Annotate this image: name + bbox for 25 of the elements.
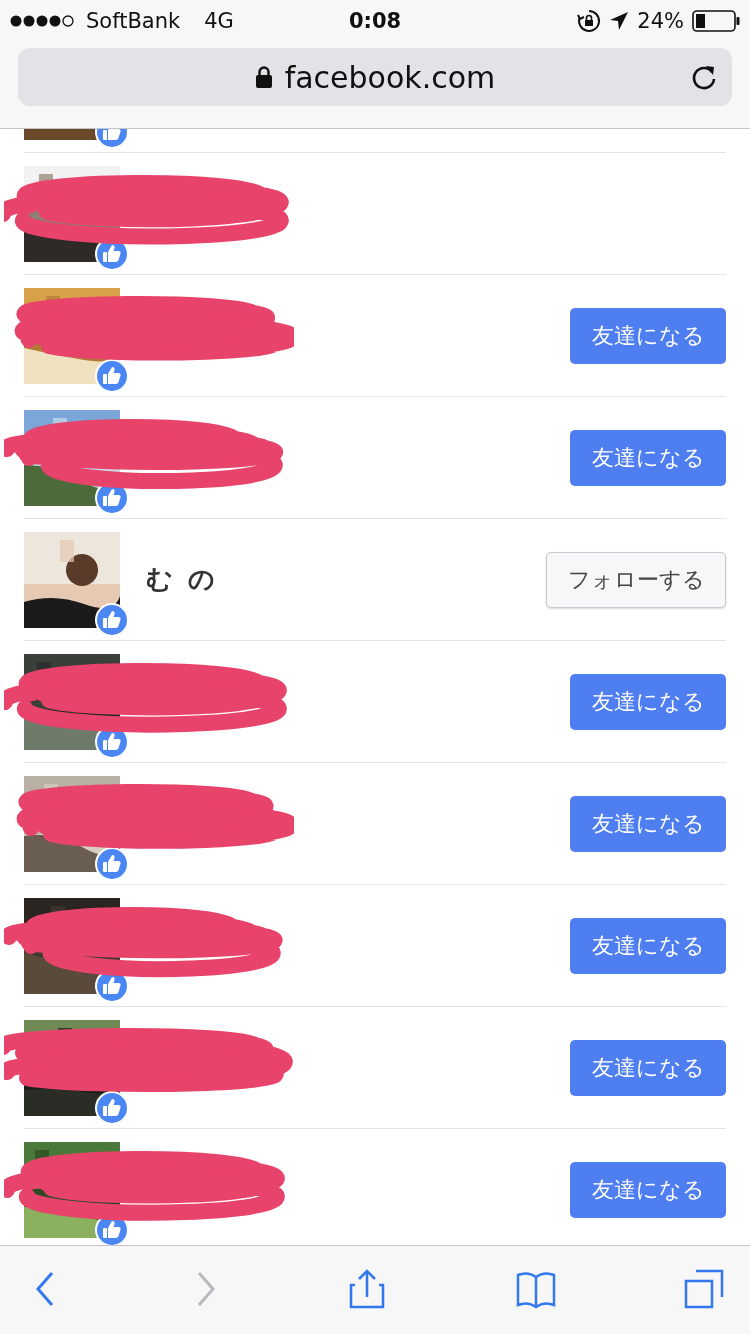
address-bar[interactable]: facebook.com — [18, 48, 732, 106]
add-friend-button[interactable]: 友達になる — [570, 1161, 726, 1218]
thumbs-up-badge-icon — [95, 846, 129, 881]
add-friend-button[interactable]: 友達になる — [570, 1039, 726, 1096]
battery-icon — [692, 10, 740, 32]
add-friend-button[interactable]: 友達になる — [570, 795, 726, 852]
clock-time: 0:08 — [348, 9, 402, 33]
add-friend-button[interactable]: 友達になる — [570, 673, 726, 730]
add-friend-button[interactable]: 友達になる — [570, 917, 726, 974]
add-friend-button[interactable]: 友達になる — [570, 429, 726, 486]
add-friend-button[interactable]: 友達になる — [570, 307, 726, 364]
carrier-name: SoftBank — [86, 9, 181, 33]
thumbs-up-badge-icon — [95, 358, 129, 393]
follow-button[interactable]: フォローする — [546, 551, 726, 608]
person-name[interactable]: む の — [146, 562, 219, 597]
tabs-icon[interactable] — [684, 1269, 726, 1311]
book-icon[interactable] — [515, 1269, 558, 1311]
thumbs-up-badge-icon — [95, 1090, 129, 1125]
signal-icon — [10, 14, 76, 28]
lock-icon — [254, 66, 273, 88]
thumbs-up-badge-icon — [95, 602, 129, 637]
network-type: 4G — [204, 9, 234, 33]
rotation-lock-icon — [577, 9, 602, 33]
battery-percent: 24% — [637, 9, 684, 33]
location-arrow-icon — [609, 11, 630, 31]
